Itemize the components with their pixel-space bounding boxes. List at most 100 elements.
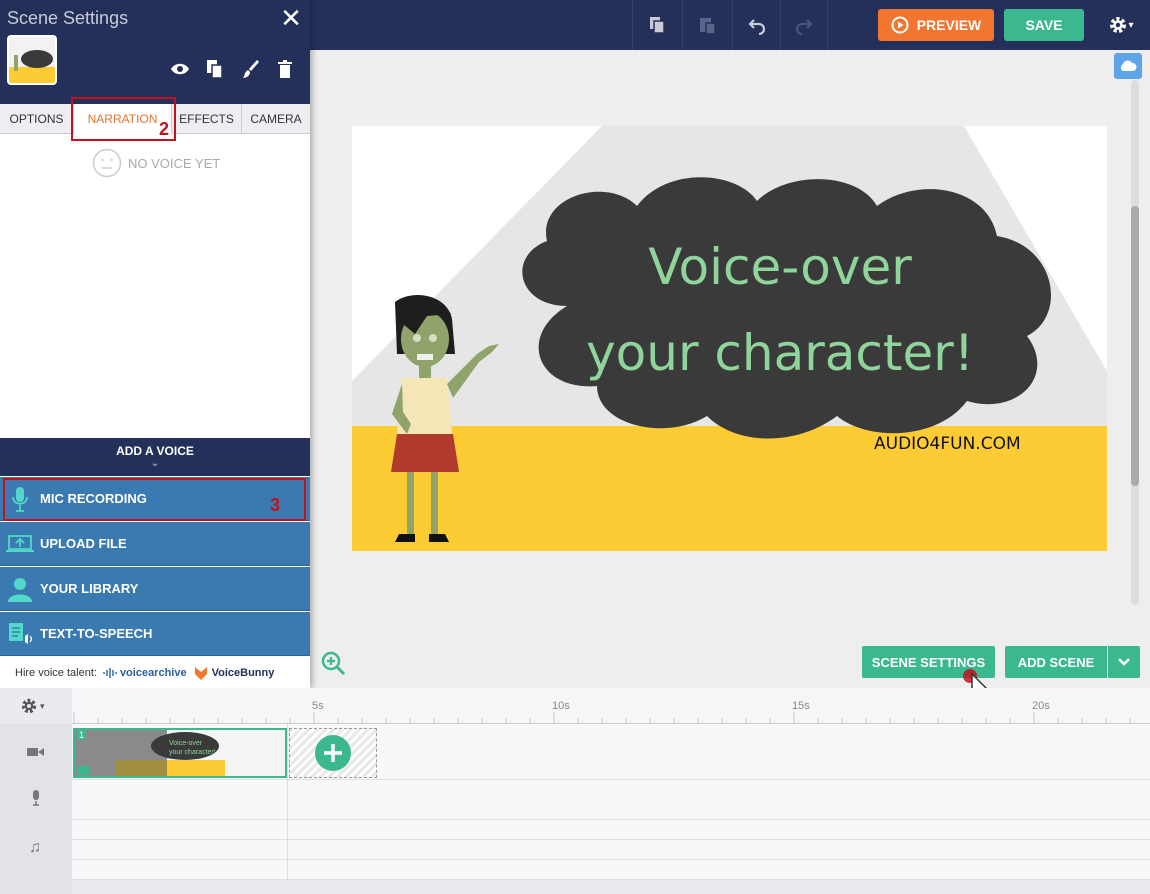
tab-options[interactable]: OPTIONS xyxy=(0,104,74,134)
clip-text: Voice-over your character! xyxy=(169,739,216,757)
play-circle-icon xyxy=(891,16,909,34)
close-button[interactable]: ✕ xyxy=(279,5,303,31)
trash-icon xyxy=(278,60,292,78)
preview-scene-button[interactable] xyxy=(169,58,191,80)
your-library-label: YOUR LIBRARY xyxy=(40,581,139,596)
clip-text-line1: Voice-over xyxy=(169,740,203,747)
add-scene-placeholder[interactable] xyxy=(289,728,377,778)
upload-laptop-icon xyxy=(6,534,34,552)
soundwave-icon xyxy=(103,668,117,678)
preview-label: PREVIEW xyxy=(916,17,982,33)
paste-button[interactable] xyxy=(682,0,730,50)
website-text: AUDIO4FUN.COM xyxy=(874,434,1021,454)
save-label: SAVE xyxy=(1025,17,1063,33)
microphone-icon xyxy=(31,790,41,811)
annotation-box-3 xyxy=(3,478,306,521)
cloud-icon xyxy=(1120,60,1137,71)
voice-track xyxy=(72,780,1150,820)
add-voice-header: ADD A VOICE ⌄ xyxy=(0,438,310,476)
gear-icon xyxy=(21,698,37,714)
duplicate-scene-button[interactable] xyxy=(204,58,226,80)
add-scene-button[interactable]: ADD SCENE xyxy=(1005,646,1107,678)
chevron-down-icon: ▾ xyxy=(1128,19,1134,31)
tab-camera-label: CAMERA xyxy=(250,112,302,126)
add-voice-label: ADD A VOICE xyxy=(116,444,194,458)
headline-text: Voice-over your character! xyxy=(570,224,990,396)
timeline-settings-button[interactable]: ▾ xyxy=(20,697,45,715)
headline-line2: your character! xyxy=(586,324,974,382)
upload-file-label: UPLOAD FILE xyxy=(40,536,127,551)
tab-options-label: OPTIONS xyxy=(9,112,64,126)
add-scene-label: ADD SCENE xyxy=(1017,654,1095,670)
settings-menu-button[interactable]: ▾ xyxy=(1100,10,1142,40)
user-library-icon xyxy=(8,577,32,602)
voicebunny-link[interactable]: VoiceBunny xyxy=(193,665,275,681)
chevron-down-icon xyxy=(1118,658,1130,666)
headline-line1: Voice-over xyxy=(648,238,912,296)
tab-effects[interactable]: EFFECTS xyxy=(172,104,242,134)
tick-label-10s: 10s xyxy=(552,700,570,712)
music-track-1 xyxy=(72,820,1150,840)
music-track-3 xyxy=(72,860,1150,880)
tab-effects-label: EFFECTS xyxy=(179,112,234,126)
redo-button[interactable] xyxy=(780,0,828,50)
scene-settings-panel: Scene Settings ✕ OPTIONS NARRATION EFFEC… xyxy=(0,0,310,688)
hire-voice-talent: Hire voice talent: voicearchive VoiceBun… xyxy=(0,658,310,688)
no-voice-indicator: NO VOICE YET xyxy=(92,148,220,178)
timeline-ruler[interactable] xyxy=(72,688,1150,724)
voicebunny-logo-icon xyxy=(194,667,207,680)
brush-icon xyxy=(243,60,259,78)
eye-icon xyxy=(171,63,189,75)
voicebunny-label: VoiceBunny xyxy=(211,667,275,679)
voicearchive-label: voicearchive xyxy=(119,667,187,679)
neutral-face-icon xyxy=(92,148,122,178)
chevron-down-icon: ▾ xyxy=(40,700,45,711)
tick-label-20s: 20s xyxy=(1032,700,1050,712)
scene-divider xyxy=(287,724,288,880)
no-voice-label: NO VOICE YET xyxy=(128,155,221,171)
undo-button[interactable] xyxy=(732,0,780,50)
scrollbar-thumb[interactable] xyxy=(1131,206,1139,486)
tab-camera[interactable]: CAMERA xyxy=(242,104,310,134)
paste-icon xyxy=(699,18,716,35)
scene-thumbnail xyxy=(7,35,57,85)
copy-icon xyxy=(649,17,665,34)
scene-clip[interactable]: 1 Voice-over your character! xyxy=(73,728,287,778)
text-to-speech-option[interactable]: TEXT-TO-SPEECH xyxy=(0,612,310,656)
hire-label: Hire voice talent: xyxy=(15,667,97,679)
scene-canvas[interactable]: Voice-over your character! AUDIO4FUN.COM xyxy=(352,126,1107,551)
tick-label-5s: 5s xyxy=(312,700,324,712)
video-camera-icon xyxy=(27,745,45,763)
paint-scene-button[interactable] xyxy=(240,58,262,80)
preview-button[interactable]: PREVIEW xyxy=(878,9,994,41)
duplicate-icon xyxy=(207,60,223,79)
clip-number: 1 xyxy=(77,730,87,740)
your-library-option[interactable]: YOUR LIBRARY xyxy=(0,567,310,611)
background-cloud-button[interactable] xyxy=(1114,53,1142,79)
music-note-icon: ♫ xyxy=(29,839,41,856)
zoom-in-icon[interactable] xyxy=(320,650,346,676)
clip-text-line2: your character! xyxy=(169,749,216,756)
gear-icon xyxy=(1110,17,1127,33)
zombie-character xyxy=(391,295,499,542)
chevron-down-icon: ⌄ xyxy=(150,458,160,469)
panel-title: Scene Settings xyxy=(7,8,129,28)
annotation-number-2: 2 xyxy=(159,119,170,139)
music-track-2 xyxy=(72,840,1150,860)
undo-icon xyxy=(747,19,765,35)
upload-file-option[interactable]: UPLOAD FILE xyxy=(0,522,310,566)
close-icon: ✕ xyxy=(280,3,302,33)
text-to-speech-label: TEXT-TO-SPEECH xyxy=(40,626,153,641)
text-to-speech-icon xyxy=(9,622,33,644)
tick-label-15s: 15s xyxy=(792,700,810,712)
annotation-number-3: 3 xyxy=(270,495,281,515)
voicearchive-link[interactable]: voicearchive xyxy=(103,667,187,679)
add-scene-dropdown-button[interactable] xyxy=(1108,646,1140,678)
redo-icon xyxy=(795,19,813,35)
app-root: PREVIEW SAVE ▾ Voice-over your character… xyxy=(0,0,1150,894)
copy-button[interactable] xyxy=(632,0,680,50)
save-button[interactable]: SAVE xyxy=(1004,9,1084,41)
plus-circle-icon xyxy=(315,735,351,771)
clip-transition-icon[interactable] xyxy=(77,766,89,775)
delete-scene-button[interactable] xyxy=(274,58,296,80)
